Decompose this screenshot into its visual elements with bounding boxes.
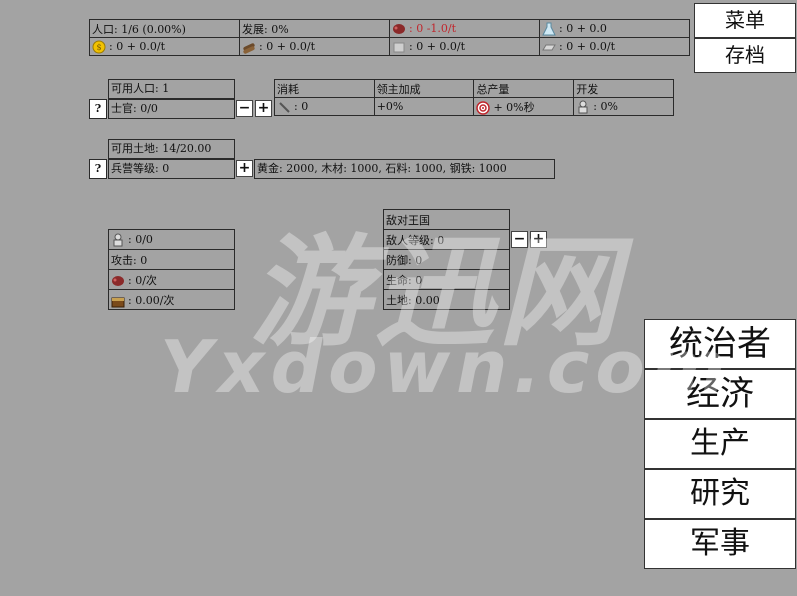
- production-bonus: +0%: [373, 97, 475, 116]
- resource-development: 发展: 0%: [239, 19, 390, 38]
- enemy-table: 敌对王国 敌人等级: 0 防御: 0 生命: 0 土地: 0.00: [383, 209, 510, 310]
- production-table: 消耗 领主加成 总产量 开发 : 0 +0% + 0%秒 : 0%: [274, 79, 674, 116]
- target-icon: [476, 100, 491, 115]
- enemy-life: 生命: 0: [383, 269, 510, 290]
- coin-icon: $: [92, 40, 106, 53]
- officer-plus-button[interactable]: +: [255, 100, 272, 117]
- barracks-help-button[interactable]: ?: [89, 159, 107, 179]
- enemy-plus-button[interactable]: +: [530, 231, 547, 248]
- menu-button[interactable]: 菜单: [694, 3, 796, 38]
- production-total: + 0%秒: [473, 97, 575, 116]
- sword-icon: [279, 101, 290, 113]
- production-header-develop: 开发: [573, 79, 674, 98]
- barracks-level: 兵营等级: 0: [108, 159, 235, 179]
- soldier-icon: [578, 100, 588, 113]
- enemy-minus-button[interactable]: −: [511, 231, 528, 248]
- resource-meat: : 0 -1.0/t: [389, 19, 540, 38]
- resource-wood: : 0 + 0.0/t: [239, 37, 390, 56]
- nav-production[interactable]: 生产: [644, 419, 796, 469]
- svg-text:$: $: [96, 43, 101, 52]
- production-header-bonus: 领主加成: [373, 79, 475, 98]
- enemy-defense: 防御: 0: [383, 249, 510, 270]
- meat-icon: [112, 275, 124, 286]
- army-table: : 0/0 攻击: 0 : 0/次 : 0.00/次: [108, 229, 235, 310]
- enemy-level: 敌人等级: 0: [383, 229, 510, 250]
- army-attack: 攻击: 0: [108, 249, 235, 270]
- wood-icon: [243, 42, 255, 54]
- resource-table: 人口: 1/6 (0.00%) 发展: 0% : 0 -1.0/t : 0 + …: [89, 19, 690, 56]
- resource-flask: : 0 + 0.0: [539, 19, 690, 38]
- treasure-chest-icon: [111, 297, 125, 307]
- stone-icon: [393, 42, 405, 52]
- nav-research[interactable]: 研究: [644, 469, 796, 519]
- save-button[interactable]: 存档: [694, 38, 796, 73]
- available-land: 可用土地: 14/20.00: [108, 139, 235, 159]
- production-develop: : 0%: [573, 97, 674, 116]
- nav-economy[interactable]: 经济: [644, 369, 796, 419]
- army-meat: : 0/次: [108, 269, 235, 290]
- army-soldiers: : 0/0: [108, 229, 235, 250]
- barracks-plus-button[interactable]: +: [236, 160, 253, 177]
- resource-iron: : 0 + 0.0/t: [539, 37, 690, 56]
- nav-ruler[interactable]: 统治者: [644, 319, 796, 369]
- resource-stone: : 0 + 0.0/t: [389, 37, 540, 56]
- barracks-cost: 黄金: 2000, 木材: 1000, 石料: 1000, 钢铁: 1000: [254, 159, 555, 179]
- army-gold: : 0.00/次: [108, 289, 235, 310]
- enemy-title: 敌对王国: [383, 209, 510, 230]
- nav-military[interactable]: 军事: [644, 519, 796, 569]
- officer-help-button[interactable]: ?: [89, 99, 107, 119]
- officer-minus-button[interactable]: −: [236, 100, 253, 117]
- production-header-total: 总产量: [473, 79, 575, 98]
- iron-icon: [542, 44, 556, 50]
- soldier-icon: [113, 233, 123, 246]
- enemy-land: 土地: 0.00: [383, 289, 510, 310]
- resource-population: 人口: 1/6 (0.00%): [89, 19, 240, 38]
- resource-gold: $: 0 + 0.0/t: [89, 37, 240, 56]
- production-consume: : 0: [274, 97, 375, 116]
- meat-icon: [393, 23, 405, 34]
- officer-count: 士官: 0/0: [108, 99, 235, 119]
- available-population: 可用人口: 1: [108, 79, 235, 99]
- production-header-consume: 消耗: [274, 79, 375, 98]
- flask-icon: [542, 22, 556, 35]
